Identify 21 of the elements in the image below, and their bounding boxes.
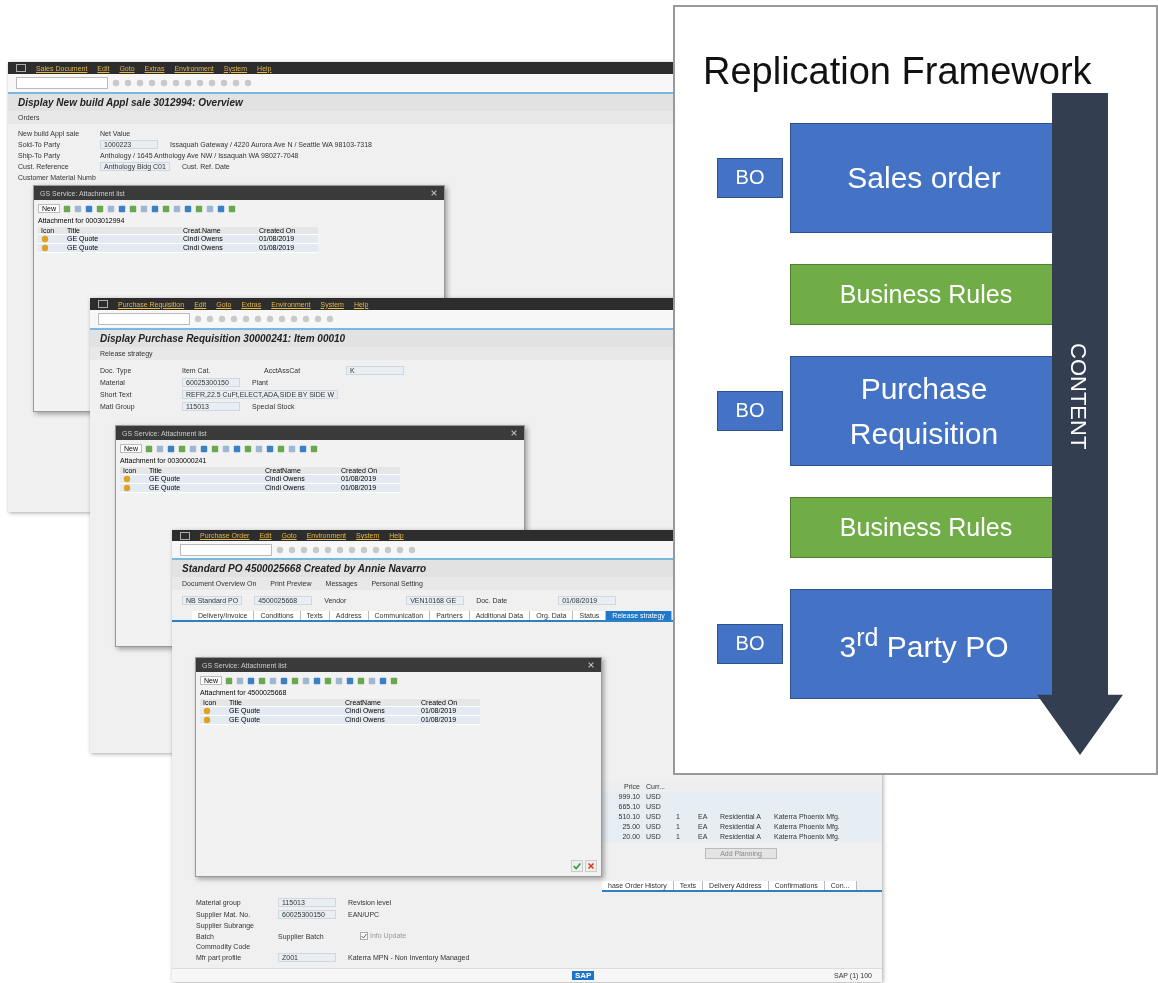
menu-icon[interactable] bbox=[180, 531, 190, 540]
window-title: Display New build Appl sale 3012994: Overview bbox=[18, 97, 243, 108]
command-field[interactable] bbox=[180, 543, 272, 556]
command-field[interactable] bbox=[16, 77, 108, 89]
close-icon[interactable] bbox=[510, 429, 518, 437]
panel-title: Replication Framework bbox=[703, 51, 1092, 93]
menu-icon[interactable] bbox=[16, 64, 26, 72]
menu-icon[interactable] bbox=[98, 300, 108, 308]
close-icon[interactable] bbox=[430, 189, 438, 197]
command-field[interactable] bbox=[98, 313, 190, 325]
bo-tag: BO bbox=[717, 157, 783, 198]
bo-tag: BO bbox=[717, 623, 783, 664]
cancel-icon[interactable] bbox=[585, 860, 597, 872]
sap-logo: SAP bbox=[572, 971, 595, 980]
window-title: Display Purchase Requisition 30000241: Item 00010 bbox=[100, 333, 346, 344]
close-icon[interactable] bbox=[587, 661, 595, 669]
arrow-label: CONTENT bbox=[1065, 342, 1091, 450]
confirm-icon[interactable] bbox=[571, 860, 583, 872]
bo-tag: BO bbox=[717, 390, 783, 431]
checkbox[interactable] bbox=[360, 932, 368, 940]
window-title: Standard PO 4500025668 Created by Annie Navarro bbox=[182, 563, 427, 574]
